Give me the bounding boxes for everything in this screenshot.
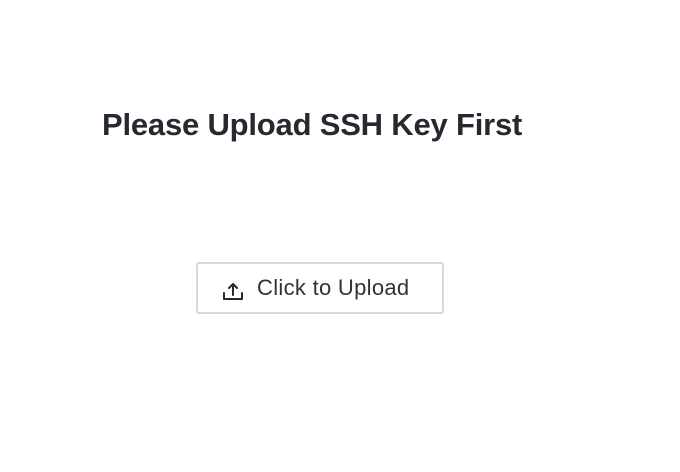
upload-button[interactable]: Click to Upload — [196, 262, 444, 314]
upload-button-label: Click to Upload — [257, 275, 410, 300]
page-title: Please Upload SSH Key First — [102, 107, 523, 142]
upload-icon — [222, 280, 244, 302]
